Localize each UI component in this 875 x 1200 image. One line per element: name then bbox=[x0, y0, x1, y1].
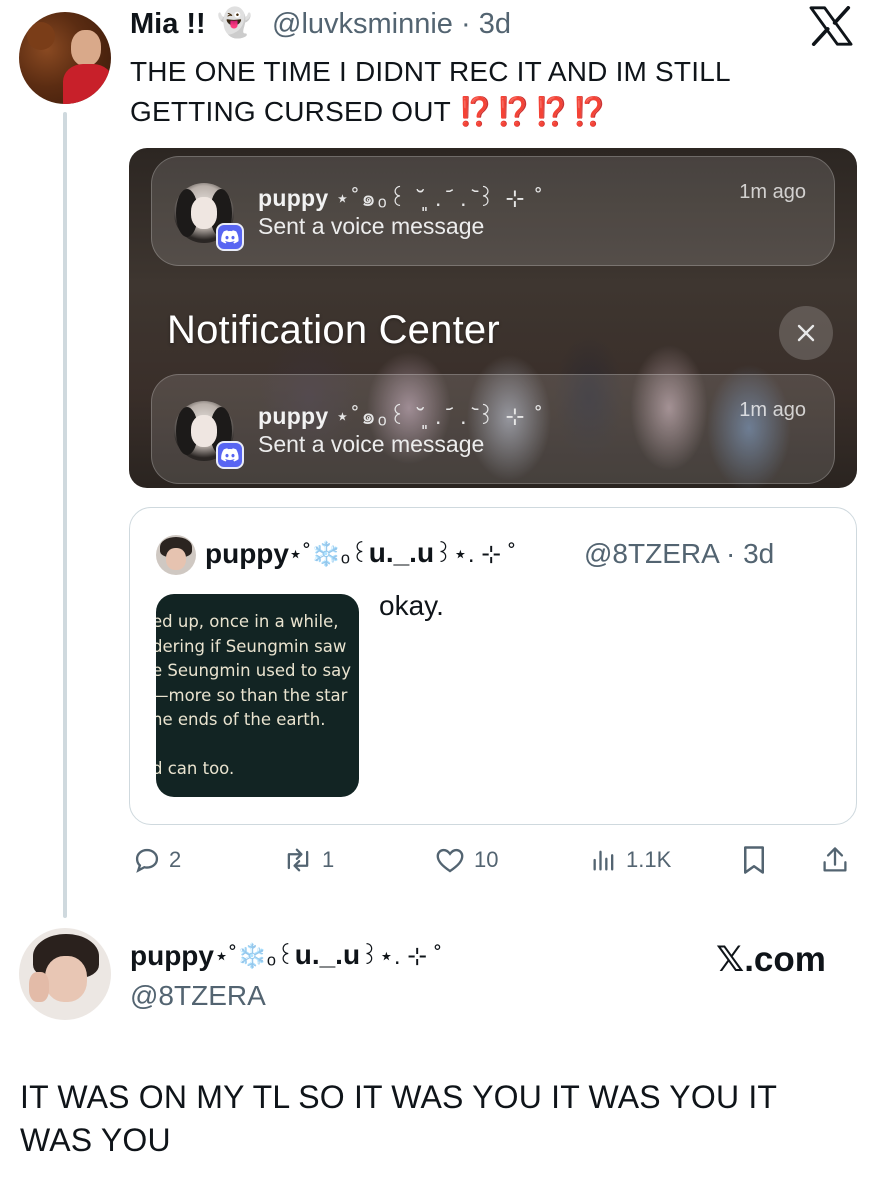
repost-count: 1 bbox=[322, 847, 335, 872]
notification-card: puppy ⋆˚๑ₒ꒰ ˘͈ . ᷄ . ᷅꒱ ⊹ ˚ Sent a voice… bbox=[151, 374, 835, 484]
discord-icon bbox=[216, 223, 244, 251]
tweet-emphasis: ⁉️⁉️⁉️⁉️ bbox=[458, 96, 610, 127]
share-icon bbox=[823, 847, 847, 872]
repost-icon bbox=[287, 848, 309, 872]
notification-title: puppy ⋆˚๑ₒ꒰ ˘͈ . ᷄ . ᷅꒱ ⊹ ˚ bbox=[258, 403, 545, 429]
profile-avatar[interactable] bbox=[19, 928, 111, 1020]
heart-icon bbox=[436, 848, 464, 873]
views-button[interactable]: 1.1K bbox=[590, 845, 671, 875]
quote-media-thumbnail[interactable]: ed up, once in a while, dering if Seungm… bbox=[156, 594, 359, 797]
quote-author-avatar bbox=[156, 535, 196, 575]
notification-subtitle: Sent a voice message bbox=[258, 213, 485, 239]
profile-name[interactable]: puppy bbox=[130, 940, 214, 972]
views-chart-icon bbox=[593, 850, 614, 871]
thumbnail-text: ed up, once in a while, dering if Seungm… bbox=[156, 612, 351, 778]
tweet-text: THE ONE TIME I DIDNT REC IT AND IM STILL… bbox=[130, 52, 820, 132]
like-count: 10 bbox=[474, 847, 499, 872]
share-button[interactable] bbox=[821, 845, 849, 875]
profile-name-decoration: ⋆˚❄️ₒ꒰u._.u꒱⋆. ⊹ ˚ bbox=[214, 939, 442, 970]
profile-handle[interactable]: @8TZERA bbox=[130, 980, 266, 1012]
reply-icon bbox=[135, 848, 159, 873]
quote-author-name: puppy bbox=[205, 538, 289, 569]
close-icon bbox=[779, 306, 833, 360]
reply-button[interactable]: 2 bbox=[133, 845, 181, 875]
notification-center-heading: Notification Center bbox=[167, 308, 500, 352]
reply-count: 2 bbox=[169, 847, 182, 872]
notification-title: puppy ⋆˚๑ₒ꒰ ˘͈ . ᷄ . ᷅꒱ ⊹ ˚ bbox=[258, 185, 545, 211]
thread-connector bbox=[63, 112, 67, 918]
bookmark-button[interactable] bbox=[741, 845, 767, 875]
reply-text: IT WAS ON MY TL SO IT WAS YOU IT WAS YOU… bbox=[20, 1079, 777, 1158]
x-logo-icon[interactable] bbox=[808, 6, 854, 46]
notification-avatar bbox=[174, 183, 244, 251]
x-com-watermark: 𝕏.com bbox=[716, 940, 826, 979]
notification-time: 1m ago bbox=[739, 181, 806, 203]
notification-avatar bbox=[174, 401, 244, 469]
notification-screenshot-image[interactable]: puppy ⋆˚๑ₒ꒰ ˘͈ . ᷄ . ᷅꒱ ⊹ ˚ Sent a voice… bbox=[129, 148, 857, 488]
notification-time: 1m ago bbox=[739, 399, 806, 421]
author-name[interactable]: Mia !! bbox=[130, 8, 206, 41]
quote-author-name-decoration: ⋆˚❄️ₒ꒰u._.u꒱⋆. ⊹ ˚ bbox=[288, 537, 516, 568]
tweet-body: THE ONE TIME I DIDNT REC IT AND IM STILL… bbox=[130, 56, 730, 127]
author-avatar[interactable] bbox=[19, 12, 111, 104]
repost-button[interactable]: 1 bbox=[282, 845, 334, 875]
quote-author-handle-time: @8TZERA · 3d bbox=[584, 538, 775, 569]
discord-icon bbox=[216, 441, 244, 469]
notification-card: puppy ⋆˚๑ₒ꒰ ˘͈ . ᷄ . ᷅꒱ ⊹ ˚ Sent a voice… bbox=[151, 156, 835, 266]
author-handle-time[interactable]: @luvksminnie · 3d bbox=[272, 8, 511, 41]
notification-subtitle: Sent a voice message bbox=[258, 431, 485, 457]
views-count: 1.1K bbox=[626, 847, 672, 872]
bookmark-icon bbox=[744, 846, 764, 874]
quote-text: okay. bbox=[379, 590, 444, 621]
ghost-emoji-icon: 👻 bbox=[217, 7, 252, 38]
like-button[interactable]: 10 bbox=[434, 845, 498, 875]
